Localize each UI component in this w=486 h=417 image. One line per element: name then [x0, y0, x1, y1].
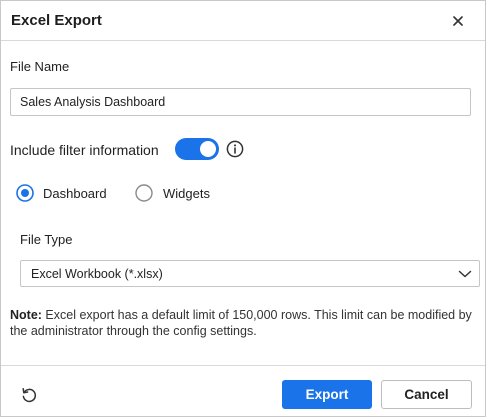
file-type-value: Excel Workbook (*.xlsx)	[31, 267, 163, 281]
dialog-header: Excel Export	[1, 1, 485, 41]
radio-dashboard-label[interactable]: Dashboard	[43, 186, 107, 201]
excel-export-dialog: Excel Export File Name Include filter in…	[0, 0, 486, 417]
note-text: Excel export has a default limit of 150,…	[10, 308, 472, 338]
chevron-down-icon	[458, 270, 472, 278]
include-filter-label: Include filter information	[10, 142, 159, 158]
radio-dashboard[interactable]	[16, 184, 34, 202]
export-button[interactable]: Export	[282, 380, 372, 409]
include-filter-toggle[interactable]	[175, 138, 219, 160]
dialog-footer: Export Cancel	[1, 365, 485, 416]
file-name-input[interactable]	[10, 88, 471, 116]
radio-widgets[interactable]	[135, 184, 153, 202]
file-type-label: File Type	[20, 232, 73, 247]
close-icon	[453, 16, 463, 26]
file-type-select[interactable]: Excel Workbook (*.xlsx)	[20, 260, 480, 287]
export-note: Note: Excel export has a default limit o…	[10, 307, 480, 339]
reset-icon[interactable]	[20, 386, 38, 404]
note-prefix: Note:	[10, 308, 42, 322]
info-icon[interactable]	[226, 140, 244, 158]
dialog-title: Excel Export	[11, 12, 102, 29]
cancel-button[interactable]: Cancel	[381, 380, 472, 409]
file-name-label: File Name	[10, 59, 70, 74]
close-button[interactable]	[448, 11, 468, 31]
toggle-knob	[200, 141, 216, 157]
radio-widgets-label[interactable]: Widgets	[163, 186, 210, 201]
